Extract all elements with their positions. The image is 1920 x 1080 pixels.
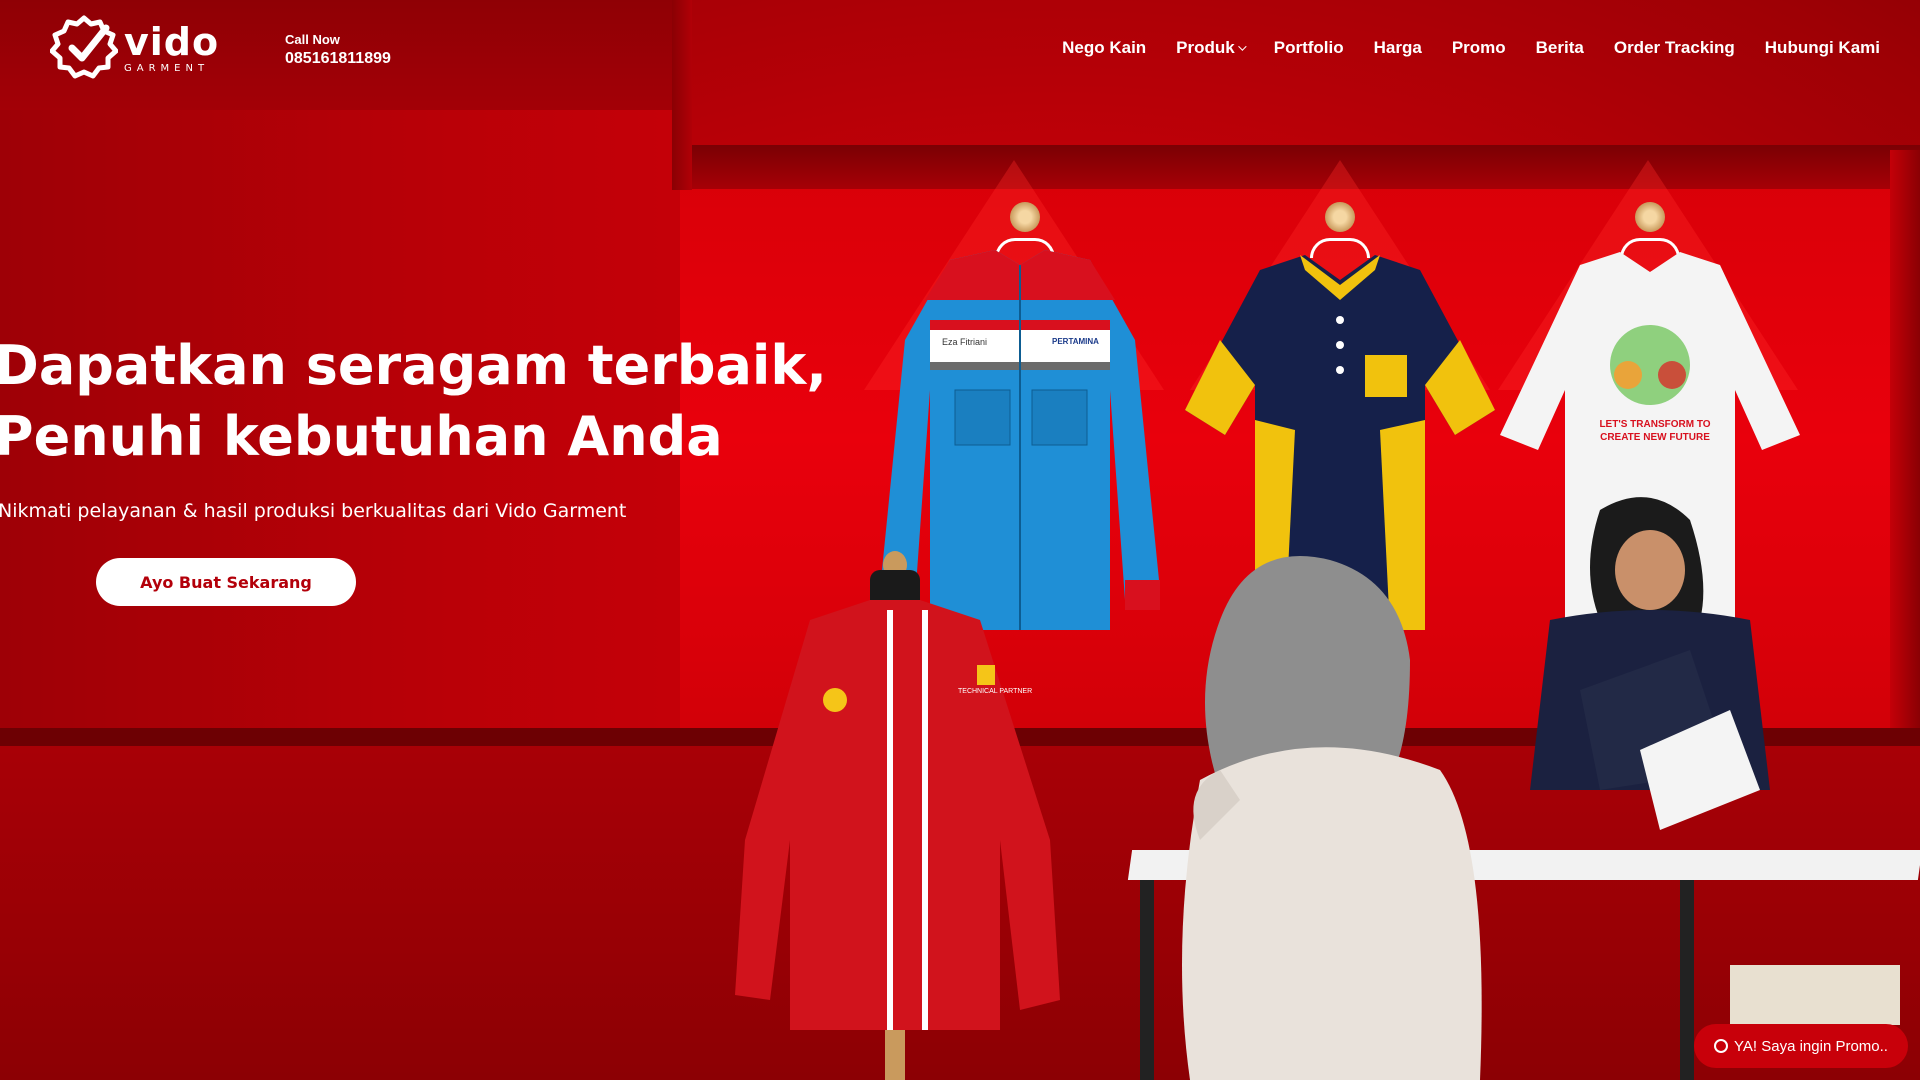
jacket-text: TECHNICAL PARTNER xyxy=(958,688,1033,695)
whatsapp-label: YA! Saya ingin Promo.. xyxy=(1734,1037,1888,1055)
nav-produk[interactable]: Produk xyxy=(1176,38,1247,58)
nav-promo[interactable]: Promo xyxy=(1452,38,1506,58)
nav-portfolio[interactable]: Portfolio xyxy=(1274,38,1344,58)
brand-tagline: GARMENT xyxy=(124,62,210,74)
brand-name: vido xyxy=(124,19,220,64)
cta-button[interactable]: Ayo Buat Sekarang xyxy=(96,558,356,606)
hero-headline-line2: Penuhi kebutuhan Anda xyxy=(0,405,723,468)
tshirt-print-text: LET'S TRANSFORM TO CREATE NEW FUTURE xyxy=(1599,419,1711,443)
nav-label: Order Tracking xyxy=(1613,38,1735,57)
staff-photo xyxy=(1490,490,1790,850)
logo[interactable]: vido GARMENT xyxy=(50,14,219,82)
phone-number[interactable]: 085161811899 xyxy=(285,50,391,68)
nav-label: Portfolio xyxy=(1273,38,1344,57)
nav-label: Nego Kain xyxy=(1062,38,1147,57)
nav-label: Produk xyxy=(1176,38,1235,57)
jacket-image: TECHNICAL PARTNER xyxy=(730,540,1090,1080)
main-nav: Nego Kain Produk Portfolio Harga Promo B… xyxy=(1062,38,1880,58)
nav-label: Berita xyxy=(1535,38,1584,57)
call-now-label: Call Now xyxy=(285,32,340,47)
hero-background: Eza Fitriani PERTAMINA LET'S TRANSFORM T… xyxy=(0,0,1920,1080)
nav-label: Harga xyxy=(1373,38,1422,57)
nav-hubungi-kami[interactable]: Hubungi Kami xyxy=(1765,38,1880,58)
call-now[interactable]: Call Now 085161811899 xyxy=(285,32,391,68)
table-leg xyxy=(1140,880,1154,1080)
book-stack xyxy=(1730,965,1900,1025)
whatsapp-icon xyxy=(1714,1039,1729,1053)
nav-order-tracking[interactable]: Order Tracking xyxy=(1614,38,1735,58)
nav-label: Promo xyxy=(1451,38,1506,57)
hero-subtitle: Nikmati pelayanan & hasil produksi berku… xyxy=(0,500,627,522)
whatsapp-promo-button[interactable]: YA! Saya ingin Promo.. xyxy=(1694,1024,1908,1068)
table-leg xyxy=(1680,880,1694,1080)
shirt-brand-tag: PERTAMINA xyxy=(1052,337,1099,346)
nav-label: Hubungi Kami xyxy=(1764,38,1880,57)
right-wall-edge xyxy=(1890,150,1920,740)
hero-headline-line1: Dapatkan seragam terbaik, xyxy=(0,334,827,397)
site-header: vido GARMENT Call Now 085161811899 Nego … xyxy=(0,0,1920,105)
nav-berita[interactable]: Berita xyxy=(1536,38,1584,58)
hero-headline: Dapatkan seragam terbaik, Penuhi kebutuh… xyxy=(0,330,827,472)
chevron-down-icon xyxy=(1237,42,1247,51)
nav-harga[interactable]: Harga xyxy=(1374,38,1422,58)
logo-badge-icon xyxy=(50,15,118,79)
shirt-name-tag: Eza Fitriani xyxy=(942,337,988,347)
nav-nego-kain[interactable]: Nego Kain xyxy=(1062,38,1146,58)
